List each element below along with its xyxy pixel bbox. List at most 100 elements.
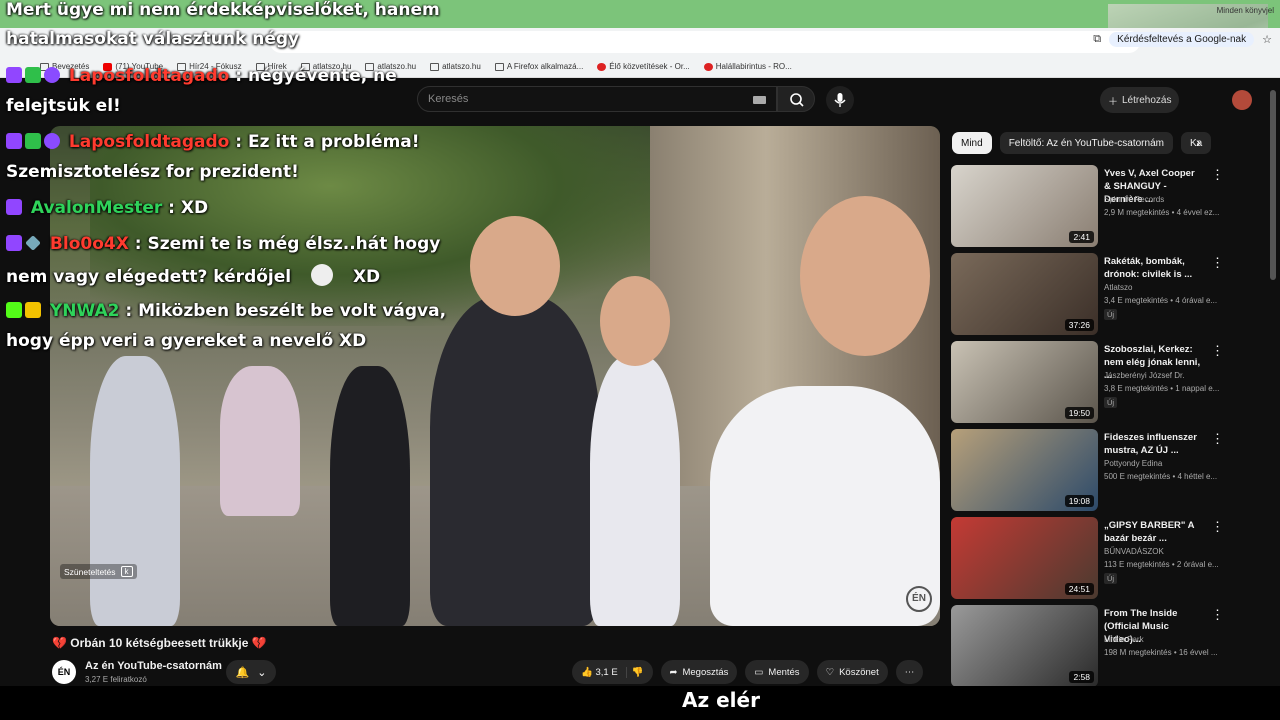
share-label: Megosztás (682, 666, 729, 678)
search-icon (790, 93, 804, 107)
scrollbar[interactable] (1270, 90, 1276, 280)
address-bar[interactable] (270, 31, 1140, 53)
bookmark-label: Halállabirintus - RO... (715, 62, 792, 71)
chevron-right-icon[interactable]: › (1196, 134, 1201, 150)
chat-message-4: Blo0o4X : Szemi te is még élsz..hát hogy (6, 234, 440, 254)
video-figure (330, 366, 410, 626)
recommendation-channel[interactable]: Pottyondy Edina (1104, 459, 1162, 468)
twitch-icon (6, 199, 22, 215)
recommendation-channel[interactable]: Atlatszo (1104, 283, 1132, 292)
video-thumbnail[interactable]: 2:58 (951, 605, 1098, 687)
more-vert-icon[interactable]: ⋮ (1211, 167, 1224, 183)
search-button[interactable] (777, 86, 815, 112)
more-vert-icon[interactable]: ⋮ (1211, 607, 1224, 623)
video-thumbnail[interactable]: 2:41 (951, 165, 1098, 247)
video-figure-head (470, 216, 560, 316)
search-input[interactable]: Keresés (417, 86, 777, 112)
install-icon[interactable]: ⧉ (1093, 33, 1101, 46)
recommendation-title[interactable]: Rakéták, bombák, drónok: civilek is ... (1104, 255, 1204, 281)
create-button[interactable]: ＋ Létrehozás (1100, 87, 1180, 113)
recommendation-channel[interactable]: Linkin Park (1104, 635, 1144, 644)
chat-username: Laposfoldtagado (68, 66, 230, 86)
favicon-icon (703, 62, 713, 71)
video-duration: 2:58 (1069, 671, 1094, 683)
video-figure-head (600, 276, 670, 366)
video-figure (90, 356, 180, 626)
video-thumbnail[interactable]: 19:08 (951, 429, 1098, 511)
chat-text: : Ez itt a probléma! (235, 132, 420, 152)
folder-icon (494, 62, 504, 71)
bookmark-item[interactable]: atlatszo.hu (430, 62, 481, 71)
recommendation-channel[interactable]: BŰNVADÁSZOK (1104, 547, 1164, 556)
channel-avatar[interactable]: ÉN (52, 660, 76, 684)
account-avatar[interactable] (1232, 90, 1252, 110)
video-figure (220, 366, 300, 516)
recommendation-title[interactable]: Fideszes influenszer mustra, AZ ÚJ ... (1104, 431, 1204, 457)
more-vert-icon[interactable]: ⋮ (1211, 255, 1224, 271)
subtitle-text: Az elér (682, 688, 760, 712)
voice-search-button[interactable] (826, 86, 854, 114)
chat-top-line-1: Mert ügye mi nem érdekképviselőket, hane… (6, 0, 440, 20)
video-thumbnail[interactable]: 19:50 (951, 341, 1098, 423)
bookmark-item[interactable]: A Firefox alkalmazá... (494, 62, 583, 71)
pause-tooltip: Szüneteltetés k (60, 564, 137, 579)
video-thumbnail[interactable]: 24:51 (951, 517, 1098, 599)
bookmark-label: Élő közvetítések - Or... (609, 62, 690, 71)
channel-name[interactable]: Az én YouTube-csatornám (85, 660, 222, 672)
bookmark-item[interactable]: Halállabirintus - RO... (703, 62, 792, 71)
thanks-button[interactable]: ♡ Köszönet (816, 660, 888, 684)
video-figure (590, 356, 680, 626)
more-vert-icon[interactable]: ⋮ (1211, 431, 1224, 447)
notification-bell-button[interactable]: 🔔 ⌄ (226, 660, 276, 684)
chat-message-2: Laposfoldtagado : Ez itt a probléma! (6, 132, 420, 152)
recommendation-title[interactable]: „GIPSY BARBER" A bazár bezár ... (1104, 519, 1204, 545)
new-badge: Új (1104, 573, 1118, 584)
chat-message-2-cont: Szemisztotelész for prezident! (6, 162, 299, 182)
more-vert-icon[interactable]: ⋮ (1211, 343, 1224, 359)
save-button[interactable]: ▭ Mentés (745, 660, 809, 684)
like-count: 3,1 E (595, 666, 618, 678)
emote-icon (311, 264, 334, 286)
recommendation-item[interactable]: 37:26 Rakéták, bombák, drónok: civilek i… (951, 253, 1271, 335)
recommendation-item[interactable]: 24:51 „GIPSY BARBER" A bazár bezár ... B… (951, 517, 1271, 599)
video-title-row: 💔 Orbán 10 kétségbeesett trükkje 💔 (52, 636, 267, 650)
recommendation-channel[interactable]: Spinnin' Records (1104, 195, 1164, 204)
chat-text: nem vagy elégedett? kérdőjel (6, 267, 292, 287)
bookmark-item[interactable]: Élő közvetítések - Or... (597, 62, 690, 71)
chat-top-line-2: hatalmasokat választunk négy (6, 29, 300, 49)
chat-message-4-cont: nem vagy elégedett? kérdőjel XD (6, 264, 380, 287)
channel-watermark-icon[interactable]: ÉN (906, 586, 932, 612)
dislike-button[interactable]: 👎 (632, 667, 644, 678)
chat-text: XD (352, 267, 381, 287)
recommendation-item[interactable]: 19:08 Fideszes influenszer mustra, AZ ÚJ… (951, 429, 1271, 511)
more-actions-button[interactable]: ⋯ (895, 660, 924, 684)
recommendation-item[interactable]: 19:50 Szoboszlai, Kerkez: nem elég jónak… (951, 341, 1271, 423)
share-icon: ➦ (669, 666, 678, 678)
create-label: Létrehozás (1122, 94, 1172, 106)
recommendation-channel[interactable]: Jászberényi József Dr. (1104, 371, 1184, 380)
more-vert-icon[interactable]: ⋮ (1211, 519, 1224, 535)
keyboard-icon[interactable] (753, 96, 766, 104)
pause-tooltip-key: k (120, 566, 133, 577)
like-dislike-group: 👍 3,1 E 👎 (572, 660, 653, 684)
video-duration: 2:41 (1069, 231, 1094, 243)
video-thumbnail[interactable]: 37:26 (951, 253, 1098, 335)
recommendation-item[interactable]: 2:41 Yves V, Axel Cooper & SHANGUY - Der… (951, 165, 1271, 247)
recommendation-item[interactable]: 2:58 From The Inside (Official Music Vid… (951, 605, 1271, 687)
twitch-icon (6, 235, 22, 251)
search-placeholder: Keresés (428, 93, 469, 105)
chat-message-5: YNWA2 : Miközben beszélt be volt vágva, (6, 301, 446, 321)
like-button[interactable]: 👍 3,1 E (581, 666, 627, 678)
recommendation-meta: 2,9 M megtekintés • 4 évvel ez... (1104, 208, 1220, 217)
chat-username: YNWA2 (49, 301, 120, 321)
chip-all[interactable]: Mind (952, 132, 992, 154)
chat-text: : négyévente, ne (235, 66, 397, 86)
chip-uploader[interactable]: Feltöltő: Az én YouTube-csatornám (999, 132, 1173, 154)
video-figure (430, 296, 600, 626)
share-button[interactable]: ➦ Megosztás (660, 660, 738, 684)
all-bookmarks-label[interactable]: Minden könyvjel (1217, 6, 1274, 15)
bookmark-star-icon[interactable]: ☆ (1262, 33, 1272, 46)
video-duration: 37:26 (1064, 319, 1094, 331)
google-ask-pill[interactable]: Kérdésfeltevés a Google-nak (1109, 32, 1255, 47)
pause-tooltip-label: Szüneteltetés (64, 566, 116, 577)
